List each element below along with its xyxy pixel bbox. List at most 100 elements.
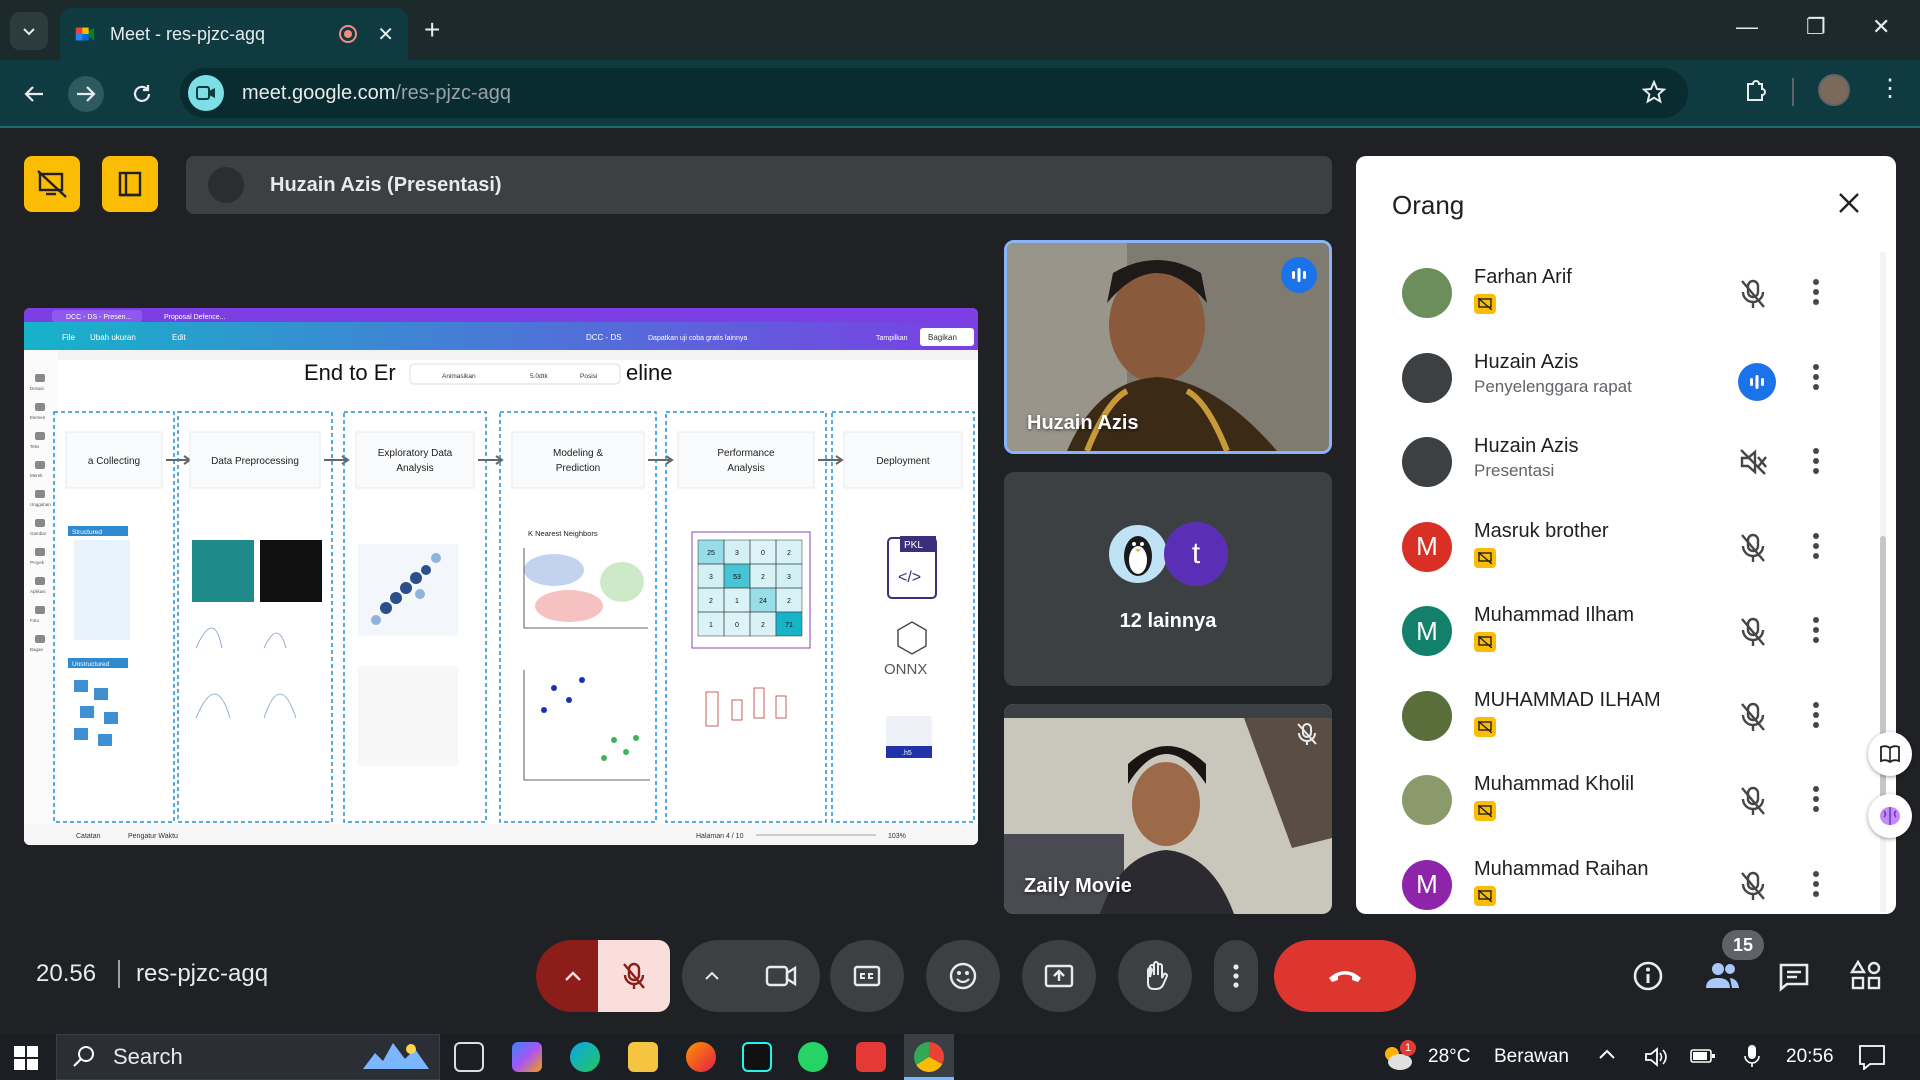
participant-avatar: M — [1402, 606, 1452, 656]
participant-audio-status[interactable] — [1738, 278, 1768, 310]
file-explorer-icon[interactable] — [628, 1042, 658, 1072]
participant-audio-status[interactable] — [1738, 447, 1768, 477]
participant-avatar: M — [1402, 521, 1452, 572]
others-count-label: 12 lainnya — [1119, 610, 1217, 632]
participant-row[interactable]: Muhammad Kholil — [1356, 759, 1880, 843]
participant-row[interactable]: M Muhammad Raihan — [1356, 844, 1880, 915]
participant-row[interactable]: M Muhammad Ilham — [1356, 590, 1880, 674]
participant-more-icon[interactable] — [1812, 785, 1820, 813]
confusion-matrix-value: 2 — [787, 598, 791, 605]
present-screen-button[interactable] — [1022, 940, 1096, 1012]
participant-more-icon[interactable] — [1812, 532, 1820, 560]
stop-presenting-icon[interactable] — [24, 156, 80, 212]
participant-row[interactable]: M Masruk brother — [1356, 506, 1880, 590]
pipeline-stage-label: Exploratory Data — [378, 448, 453, 459]
participant-row[interactable]: Huzain Azis Presentasi — [1356, 421, 1880, 505]
address-bar[interactable]: meet.google.com/res-pjzc-agq — [180, 68, 1688, 118]
forward-icon[interactable] — [68, 76, 104, 112]
minimize-icon[interactable]: — — [1736, 14, 1758, 40]
companion-mode-icon[interactable] — [102, 156, 158, 212]
windows-start-icon[interactable] — [14, 1046, 38, 1070]
toolbar-position: Posisi — [580, 373, 597, 380]
raise-hand-button[interactable] — [1118, 940, 1192, 1012]
muted-mic-icon — [1296, 722, 1318, 746]
participant-audio-status[interactable] — [1738, 362, 1776, 401]
browser-menu-icon[interactable]: ⋮ — [1878, 74, 1902, 103]
confusion-matrix-value: 2 — [761, 574, 765, 581]
tab-close-icon[interactable]: ✕ — [377, 22, 394, 47]
battery-icon[interactable] — [1690, 1048, 1716, 1064]
notifications-icon[interactable] — [1858, 1044, 1886, 1070]
participant-audio-status[interactable] — [1738, 785, 1768, 817]
meeting-details-button[interactable] — [1632, 960, 1664, 992]
notebook-icon[interactable] — [1868, 732, 1912, 776]
tab-search-button[interactable] — [10, 12, 48, 50]
reload-icon[interactable] — [124, 76, 160, 112]
zotero-icon[interactable] — [856, 1042, 886, 1072]
gemini-brain-icon[interactable] — [1868, 794, 1912, 838]
participant-more-icon[interactable] — [1812, 363, 1820, 391]
camera-toggle-button[interactable] — [742, 964, 820, 988]
window-close-icon[interactable]: ✕ — [1872, 14, 1890, 40]
chrome-taskbar-button[interactable] — [904, 1034, 954, 1080]
url-text: meet.google.com/res-pjzc-agq — [242, 81, 512, 104]
participant-more-icon[interactable] — [1812, 616, 1820, 644]
presentation-banner-label: Huzain Azis (Presentasi) — [270, 173, 502, 196]
video-tile-second-speaker[interactable]: Zaily Movie — [1004, 704, 1332, 914]
participant-scrollbar-thumb[interactable] — [1880, 536, 1886, 836]
participant-role: Presentasi — [1474, 461, 1555, 480]
tiktok-icon[interactable] — [742, 1042, 772, 1072]
participant-more-icon[interactable] — [1812, 701, 1820, 729]
firefox-icon[interactable] — [686, 1042, 716, 1072]
video-options-button[interactable] — [682, 971, 742, 981]
presenting-badge-icon — [1474, 885, 1496, 906]
panel-close-icon[interactable] — [1838, 192, 1860, 214]
participant-audio-status[interactable] — [1738, 616, 1768, 648]
chat-button[interactable] — [1778, 962, 1810, 992]
mic-toggle-button[interactable] — [598, 940, 670, 1012]
participant-row[interactable]: Huzain Azis Penyelenggara rapat — [1356, 337, 1880, 421]
profile-avatar[interactable] — [1818, 74, 1850, 106]
pipeline-stage-label: Data Preprocessing — [211, 456, 299, 467]
browser-tab-meet[interactable]: Meet - res-pjzc-agq ✕ — [60, 8, 408, 60]
camera-icon — [765, 965, 797, 987]
people-button[interactable] — [1704, 960, 1740, 990]
volume-icon[interactable] — [1644, 1046, 1668, 1068]
bookmark-star-icon[interactable] — [1642, 80, 1666, 104]
whatsapp-icon[interactable] — [798, 1042, 828, 1072]
back-icon[interactable] — [16, 76, 52, 112]
edge-icon[interactable] — [570, 1042, 600, 1072]
mic-off-icon — [1741, 702, 1765, 731]
h5-label: .h5 — [902, 750, 912, 757]
activities-button[interactable] — [1850, 960, 1882, 992]
task-view-icon[interactable] — [454, 1042, 484, 1072]
more-options-button[interactable] — [1214, 940, 1258, 1012]
taskbar-search-box[interactable]: Search — [56, 1034, 440, 1080]
microphone-tray-icon[interactable] — [1744, 1044, 1760, 1068]
canva-sidebar-icon — [35, 635, 45, 643]
participant-row[interactable]: Farhan Arif — [1356, 252, 1880, 336]
confusion-matrix-value: 2 — [709, 598, 713, 605]
new-tab-button[interactable]: + — [424, 14, 440, 46]
restore-icon[interactable]: ❐ — [1806, 14, 1826, 40]
participant-more-icon[interactable] — [1812, 870, 1820, 898]
copilot-icon[interactable] — [512, 1042, 542, 1072]
participant-audio-status[interactable] — [1738, 701, 1768, 733]
participant-more-icon[interactable] — [1812, 447, 1820, 475]
participant-audio-status[interactable] — [1738, 532, 1768, 564]
participant-audio-status[interactable] — [1738, 870, 1768, 902]
reactions-button[interactable] — [926, 940, 1000, 1012]
video-tile-others[interactable]: t 12 lainnya — [1004, 472, 1332, 686]
video-tile-main-speaker[interactable]: Huzain Azis — [1004, 240, 1332, 454]
extensions-icon[interactable] — [1742, 78, 1768, 104]
taskbar-clock: 20:56 — [1786, 1046, 1834, 1067]
leave-call-button[interactable] — [1274, 940, 1416, 1012]
confusion-matrix-value: 0 — [735, 622, 739, 629]
participant-more-icon[interactable] — [1812, 278, 1820, 306]
volume-off-icon — [1740, 449, 1767, 475]
tray-overflow-icon[interactable] — [1598, 1048, 1616, 1060]
participant-row[interactable]: MUHAMMAD ILHAM — [1356, 675, 1880, 759]
captions-button[interactable] — [830, 940, 904, 1012]
taskbar-search-label: Search — [113, 1044, 183, 1069]
site-info-icon[interactable] — [188, 75, 224, 111]
